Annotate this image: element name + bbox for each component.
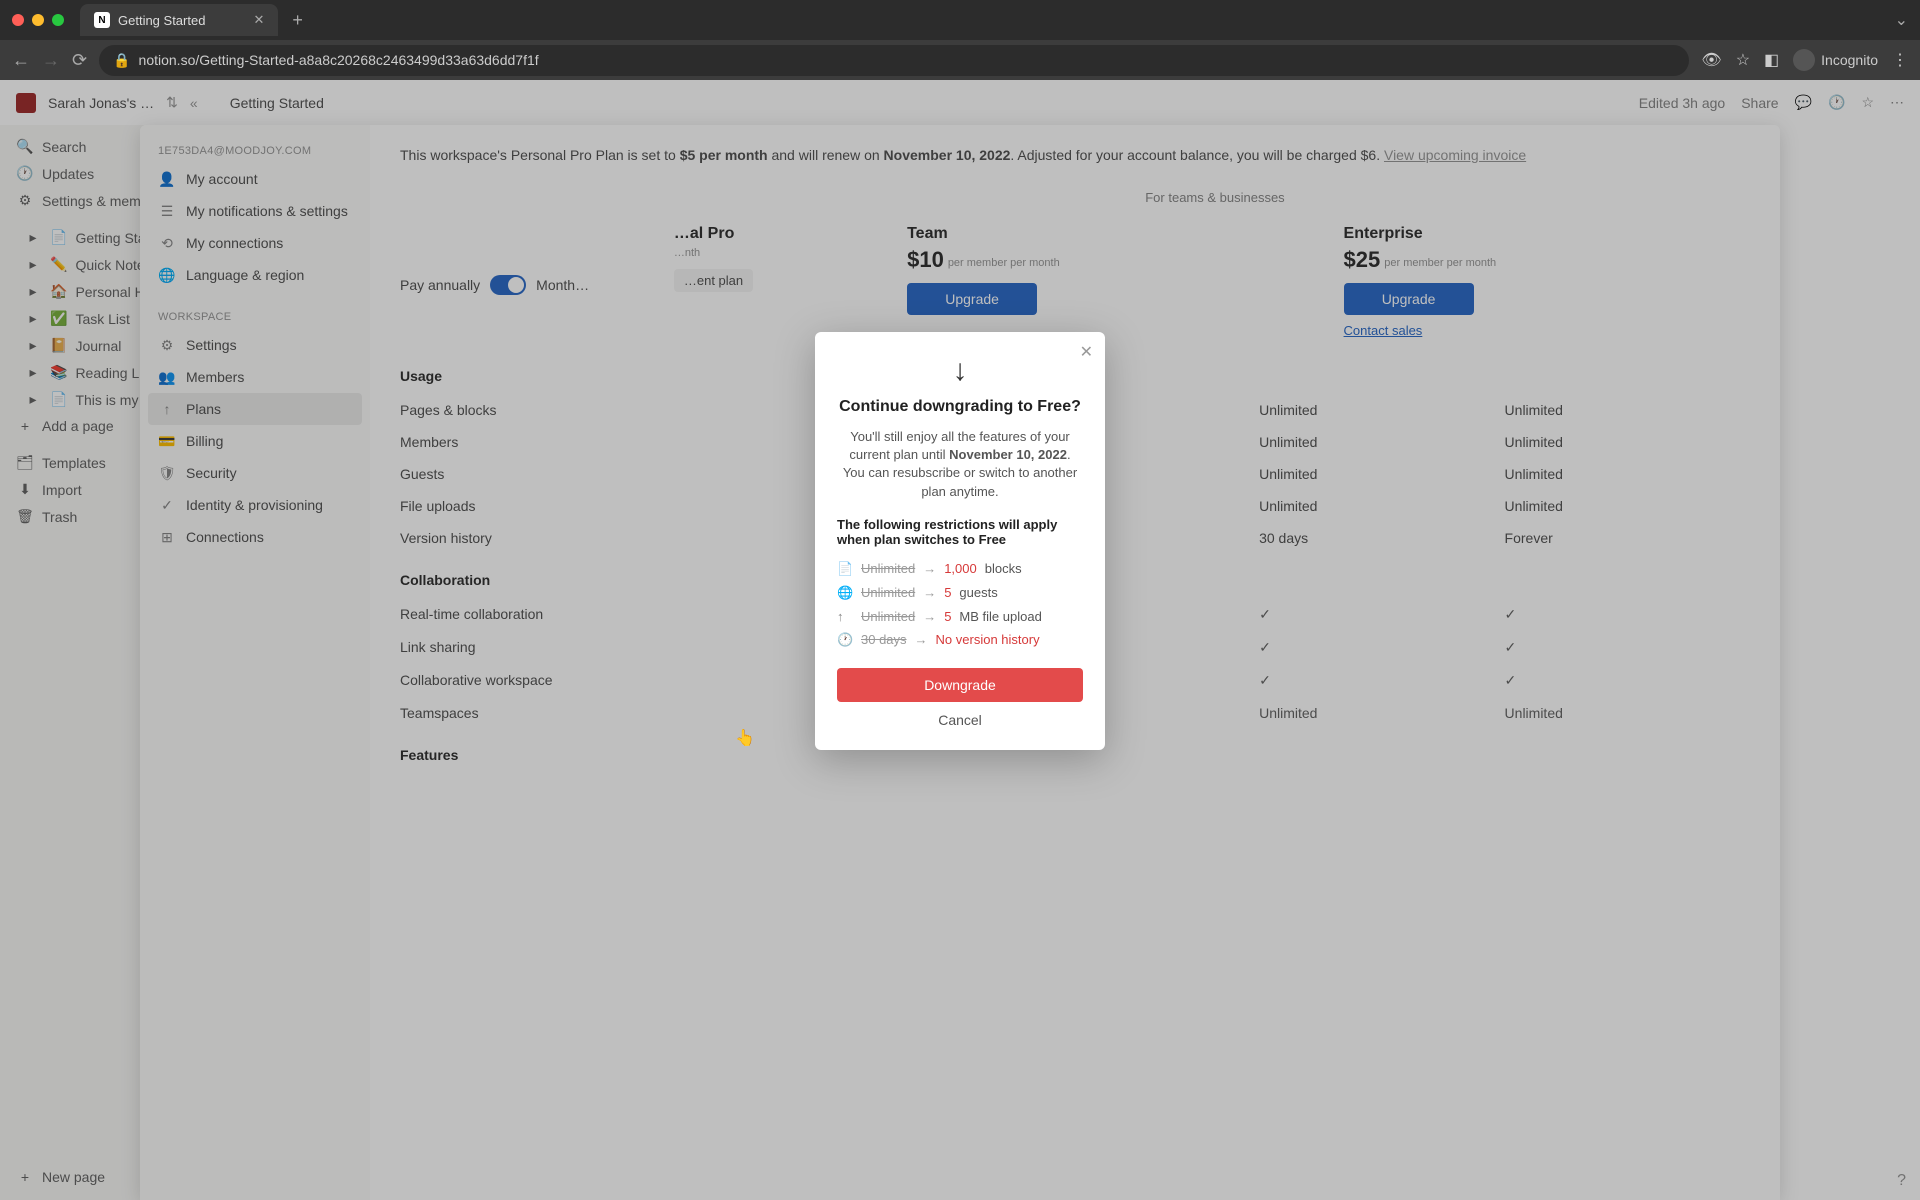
tab-favicon-icon: N [94,12,110,28]
back-button[interactable]: ← [12,50,30,71]
close-modal-button[interactable]: ✕ [1080,342,1093,362]
incognito-icon [1793,49,1815,71]
restriction-item: 📄Unlimited→1,000 blocks [837,557,1083,581]
arrow-down-icon: ↓ [837,354,1083,388]
new-tab-button[interactable]: + [292,10,303,31]
browser-chrome: N Getting Started ✕ + ⌄ ← → ⟳ 🔒 notion.s… [0,0,1920,80]
url-bar: ← → ⟳ 🔒 notion.so/Getting-Started-a8a8c2… [0,40,1920,80]
tab-title: Getting Started [118,13,205,28]
lock-icon: 🔒 [113,52,130,69]
url-field[interactable]: 🔒 notion.so/Getting-Started-a8a8c20268c2… [99,45,1689,76]
modal-title: Continue downgrading to Free? [837,398,1083,416]
restriction-icon: 🌐 [837,585,853,601]
bookmark-icon[interactable]: ☆ [1736,50,1750,70]
cancel-button[interactable]: Cancel [837,702,1083,728]
minimize-window-button[interactable] [32,14,44,26]
restriction-icon: 📄 [837,561,853,577]
restriction-icon: ↑ [837,609,853,624]
incognito-badge[interactable]: Incognito [1793,49,1878,71]
modal-body: You'll still enjoy all the features of y… [837,428,1083,501]
url-actions: 👁 ☆ ◧ Incognito ⋮ [1701,49,1908,71]
url-text: notion.so/Getting-Started-a8a8c20268c246… [139,52,539,68]
incognito-label: Incognito [1821,52,1878,68]
app: Sarah Jonas's … ⇅ « Getting Started Edit… [0,80,1920,1200]
panel-icon[interactable]: ◧ [1764,50,1779,70]
downgrade-button[interactable]: Downgrade [837,668,1083,702]
restriction-item: 🌐Unlimited→5 guests [837,581,1083,605]
restrictions-title: The following restrictions will apply wh… [837,517,1083,547]
arrow-right-icon: → [923,585,936,600]
reload-button[interactable]: ⟳ [72,50,87,71]
arrow-right-icon: → [915,632,928,647]
maximize-window-button[interactable] [52,14,64,26]
menu-icon[interactable]: ⋮ [1892,50,1908,70]
arrow-right-icon: → [923,561,936,576]
tab-bar: N Getting Started ✕ + ⌄ [0,0,1920,40]
tabs-menu-icon[interactable]: ⌄ [1895,10,1908,30]
close-tab-icon[interactable]: ✕ [253,12,264,28]
downgrade-modal: ✕ ↓ Continue downgrading to Free? You'll… [815,332,1105,750]
traffic-lights [12,14,64,26]
arrow-right-icon: → [923,609,936,624]
restriction-icon: 🕐 [837,632,853,648]
restriction-item: 🕐30 days→No version history [837,628,1083,652]
restriction-item: ↑Unlimited→5 MB file upload [837,605,1083,628]
browser-tab[interactable]: N Getting Started ✕ [80,4,278,36]
close-window-button[interactable] [12,14,24,26]
eye-off-icon[interactable]: 👁 [1701,50,1721,70]
forward-button[interactable]: → [42,50,60,71]
